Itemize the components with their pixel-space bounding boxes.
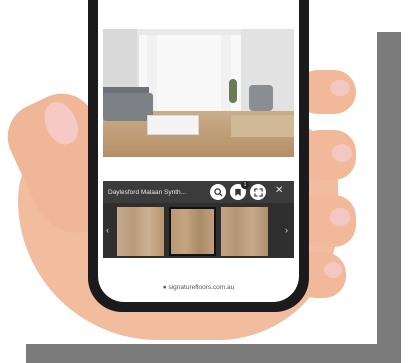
screen-top (98, 0, 299, 26)
search-button[interactable] (210, 184, 226, 200)
floor-swatch[interactable] (117, 207, 164, 256)
finger-nail (332, 144, 352, 162)
product-title: Daylesford Malaan Synth... (108, 188, 187, 196)
room-coffee-table (147, 115, 199, 135)
room-sofa (103, 93, 153, 121)
chevron-right-icon[interactable]: › (285, 225, 288, 235)
room-preview-image[interactable] (103, 29, 294, 157)
close-icon[interactable]: ✕ (275, 185, 283, 196)
swatch-carousel: ‹ › (103, 203, 294, 258)
chevron-left-icon[interactable]: ‹ (106, 225, 109, 235)
expand-icon (253, 187, 263, 197)
finger-nail (324, 262, 342, 278)
finger-nail (330, 208, 350, 226)
site-url[interactable]: ● signaturefloors.com.au (98, 284, 299, 291)
finger-nail (330, 80, 350, 96)
room-plant (229, 79, 237, 103)
save-button[interactable]: 1 (230, 181, 249, 200)
floor-swatch[interactable] (221, 207, 268, 256)
room-chair (249, 85, 273, 111)
backdrop-frame-right (377, 32, 401, 350)
save-count-badge: 1 (241, 181, 249, 189)
room-bench (231, 115, 294, 137)
save-icon (235, 188, 241, 196)
phone-screen: Daylesford Malaan Synth... 1 ✕ ‹ › ● sig… (98, 0, 299, 302)
search-icon (213, 187, 223, 197)
backdrop-frame-bottom (26, 344, 401, 363)
floor-swatch-selected[interactable] (169, 207, 216, 256)
fullscreen-button[interactable] (250, 184, 266, 200)
viewer-toolbar: Daylesford Malaan Synth... 1 ✕ (103, 181, 294, 203)
